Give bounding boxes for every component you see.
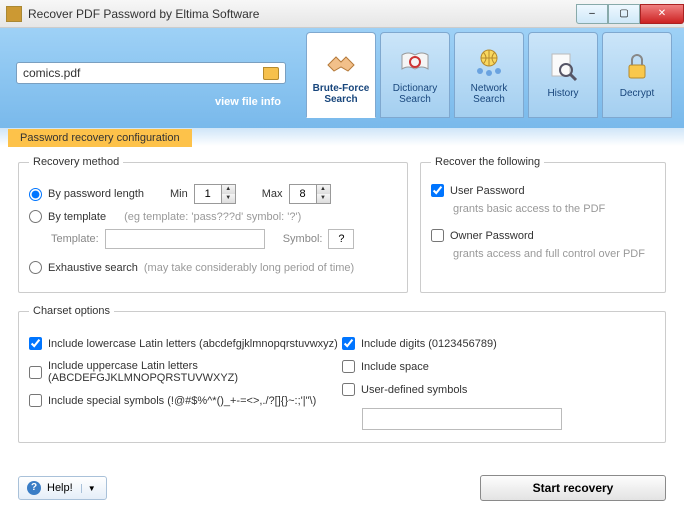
tab-label: Dictionary Search <box>383 83 447 106</box>
checkbox-lowercase[interactable] <box>29 337 42 350</box>
radio-by-template[interactable] <box>29 210 42 223</box>
lock-icon <box>620 50 654 84</box>
user-defined-label: User-defined symbols <box>361 384 467 396</box>
help-button[interactable]: ? Help! ▼ <box>18 476 107 500</box>
app-icon <box>6 6 22 22</box>
min-input[interactable] <box>195 185 221 203</box>
radio-by-length[interactable] <box>29 188 42 201</box>
template-input[interactable] <box>105 229 265 249</box>
tab-network[interactable]: Network Search <box>454 32 524 118</box>
template-field-label: Template: <box>51 233 99 245</box>
tab-label: History <box>547 88 578 100</box>
max-label: Max <box>262 188 283 200</box>
header: comics.pdf view file info Brute-Force Se… <box>0 28 684 128</box>
checkbox-owner-password[interactable] <box>431 229 444 242</box>
min-spinner[interactable]: ▲▼ <box>194 184 236 204</box>
template-hint: (eg template: 'pass???d' symbol: '?') <box>124 211 301 223</box>
checkbox-space[interactable] <box>342 360 355 373</box>
user-password-label: User Password <box>450 185 525 197</box>
owner-password-label: Owner Password <box>450 230 534 242</box>
close-button[interactable]: ✕ <box>640 4 684 24</box>
symbol-field-label: Symbol: <box>283 233 323 245</box>
max-up[interactable]: ▲ <box>316 185 330 194</box>
section-tab: Password recovery configuration <box>8 129 192 147</box>
titlebar: Recover PDF Password by Eltima Software … <box>0 0 684 28</box>
tab-label: Network Search <box>457 83 521 106</box>
uppercase-label: Include uppercase Latin letters (ABCDEFG… <box>48 360 342 384</box>
owner-password-hint: grants access and full control over PDF <box>453 248 655 260</box>
checkbox-digits[interactable] <box>342 337 355 350</box>
space-label: Include space <box>361 361 429 373</box>
globe-icon <box>472 45 506 79</box>
charset-group: Charset options Include lowercase Latin … <box>18 305 666 443</box>
digits-label: Include digits (0123456789) <box>361 338 497 350</box>
tab-history[interactable]: History <box>528 32 598 118</box>
start-recovery-button[interactable]: Start recovery <box>480 475 666 501</box>
folder-icon[interactable] <box>263 67 279 80</box>
maximize-button[interactable]: ▢ <box>608 4 640 24</box>
by-length-label: By password length <box>48 188 144 200</box>
exhaustive-hint: (may take considerably long period of ti… <box>144 262 354 274</box>
user-defined-input[interactable] <box>362 408 562 430</box>
checkbox-user-password[interactable] <box>431 184 444 197</box>
file-input[interactable]: comics.pdf <box>16 62 286 84</box>
user-password-hint: grants basic access to the PDF <box>453 203 655 215</box>
help-icon: ? <box>27 481 41 495</box>
filename-text: comics.pdf <box>23 66 263 80</box>
min-down[interactable]: ▼ <box>221 194 235 203</box>
recover-following-group: Recover the following User Password gran… <box>420 156 666 293</box>
min-up[interactable]: ▲ <box>221 185 235 194</box>
window-title: Recover PDF Password by Eltima Software <box>28 7 576 21</box>
content: Recovery method By password length Min ▲… <box>0 146 684 453</box>
handshake-icon <box>324 45 358 79</box>
toolbar-tabs: Brute-Force Search Dictionary Search Net… <box>306 32 672 118</box>
checkbox-user-defined[interactable] <box>342 383 355 396</box>
max-spinner[interactable]: ▲▼ <box>289 184 331 204</box>
book-icon <box>398 45 432 79</box>
charset-legend: Charset options <box>29 305 114 317</box>
help-dropdown-icon[interactable]: ▼ <box>81 484 102 493</box>
help-label: Help! <box>47 482 73 494</box>
tab-brute-force[interactable]: Brute-Force Search <box>306 32 376 118</box>
max-input[interactable] <box>290 185 316 203</box>
radio-exhaustive[interactable] <box>29 261 42 274</box>
by-template-label: By template <box>48 211 106 223</box>
recovery-method-group: Recovery method By password length Min ▲… <box>18 156 408 293</box>
tab-label: Decrypt <box>620 88 654 100</box>
max-down[interactable]: ▼ <box>316 194 330 203</box>
tab-decrypt[interactable]: Decrypt <box>602 32 672 118</box>
footer: ? Help! ▼ Start recovery <box>0 475 684 501</box>
min-label: Min <box>170 188 188 200</box>
recovery-legend: Recovery method <box>29 156 123 168</box>
view-file-info-link[interactable]: view file info <box>215 96 281 108</box>
magnifier-icon <box>546 50 580 84</box>
checkbox-uppercase[interactable] <box>29 366 42 379</box>
checkbox-special[interactable] <box>29 394 42 407</box>
tab-label: Brute-Force Search <box>309 83 373 106</box>
recover-following-legend: Recover the following <box>431 156 544 168</box>
symbol-input[interactable] <box>328 229 354 249</box>
special-label: Include special symbols (!@#$%^*()_+-=<>… <box>48 395 316 407</box>
exhaustive-label: Exhaustive search <box>48 262 138 274</box>
tab-dictionary[interactable]: Dictionary Search <box>380 32 450 118</box>
minimize-button[interactable]: – <box>576 4 608 24</box>
lowercase-label: Include lowercase Latin letters (abcdefg… <box>48 338 338 350</box>
